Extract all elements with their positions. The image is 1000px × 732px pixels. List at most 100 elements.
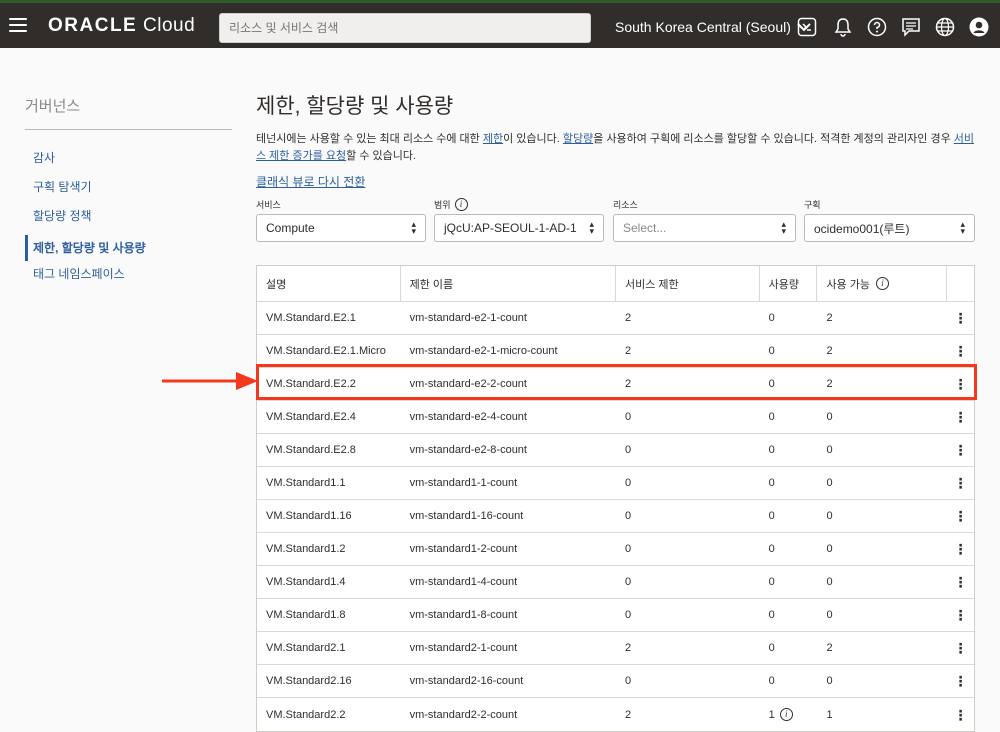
classic-view-link[interactable]: 클래식 뷰로 다시 전환 <box>256 173 365 190</box>
row-actions-menu[interactable]: ⋮ <box>947 533 974 565</box>
cell-description: VM.Standard1.16 <box>266 510 352 522</box>
cell-limit-name: vm-standard-e2-2-count <box>409 378 527 390</box>
row-actions-menu[interactable]: ⋮ <box>947 500 974 532</box>
cell-service-limit: 2 <box>624 345 632 357</box>
main-content: 제한, 할당량 및 사용량 테넌시에는 사용할 수 있는 최대 리소스 수에 대… <box>256 90 976 191</box>
cell-available: 2 <box>826 642 833 654</box>
top-navigation-bar: ORACLE Cloud South Korea Central (Seoul) <box>0 0 1000 48</box>
region-selector[interactable]: South Korea Central (Seoul) <box>615 19 811 35</box>
column-header-limit-name[interactable]: 제한 이름 <box>401 266 616 301</box>
table-row: VM.Standard1.8 vm-standard1-8-count 0 0 0 ⋮ <box>257 599 974 632</box>
row-actions-menu[interactable]: ⋮ <box>947 566 974 598</box>
updown-arrows-icon: ▴ ▾ <box>781 219 786 236</box>
cell-service-limit: 0 <box>624 411 632 423</box>
kebab-menu-icon: ⋮ <box>953 541 968 557</box>
cell-limit-name: vm-standard-e2-1-micro-count <box>409 345 558 357</box>
table-row: VM.Standard2.1 vm-standard2-1-count 2 0 2 ⋮ <box>257 632 974 665</box>
scope-select[interactable]: jQcU:AP-SEOUL-1-AD-1 ▴ ▾ <box>434 214 604 242</box>
quotas-link[interactable]: 할당량 <box>563 133 593 145</box>
service-filter-label: 서비스 <box>256 199 281 210</box>
search-input[interactable] <box>219 13 591 43</box>
cell-service-limit: 2 <box>624 708 632 721</box>
limits-link[interactable]: 제한 <box>483 133 503 145</box>
service-select[interactable]: Compute ▴ ▾ <box>256 214 426 242</box>
cell-usage: 0 <box>768 378 775 390</box>
bell-icon[interactable] <box>833 17 853 37</box>
row-actions-menu[interactable]: ⋮ <box>947 434 974 466</box>
column-header-usage[interactable]: 사용량 <box>760 266 818 301</box>
cell-limit-name: vm-standard2-16-count <box>409 675 524 687</box>
info-icon[interactable]: i <box>454 197 468 211</box>
sidebar-item-tag-namespaces[interactable]: 태그 네임스페이스 <box>25 264 232 293</box>
info-icon[interactable]: i <box>875 277 889 290</box>
cell-available: 0 <box>826 477 833 489</box>
sidebar-item-audit[interactable]: 감사 <box>25 148 232 177</box>
row-actions-menu[interactable]: ⋮ <box>947 632 974 664</box>
cell-usage: 0 <box>768 642 775 654</box>
oracle-cloud-logo[interactable]: ORACLE Cloud <box>48 15 195 37</box>
sidebar-item-quota-policies[interactable]: 할당량 정책 <box>25 206 232 235</box>
row-actions-menu[interactable]: ⋮ <box>947 665 974 697</box>
cell-service-limit: 0 <box>624 609 632 621</box>
cell-service-limit: 0 <box>624 510 632 522</box>
table-row: VM.Standard1.16 vm-standard1-16-count 0 0 0 ⋮ <box>257 500 974 533</box>
cell-limit-name: vm-standard2-2-count <box>409 708 518 721</box>
resource-filter: 리소스 Select... ▴ ▾ <box>613 195 796 242</box>
chat-icon[interactable] <box>901 17 921 37</box>
user-profile-icon[interactable] <box>969 17 989 37</box>
description-text: 할 수 있습니다. <box>346 150 417 162</box>
cell-available: 0 <box>826 543 833 555</box>
menu-icon[interactable] <box>9 18 27 32</box>
column-header-service-limit[interactable]: 서비스 제한 <box>616 266 760 301</box>
kebab-menu-icon: ⋮ <box>953 343 968 359</box>
kebab-menu-icon: ⋮ <box>953 574 968 590</box>
cell-limit-name: vm-standard1-2-count <box>409 543 518 555</box>
cell-limit-name: vm-standard2-1-count <box>409 642 518 654</box>
cell-usage: 0 <box>768 477 775 489</box>
cell-description: VM.Standard2.2 <box>266 708 346 721</box>
kebab-menu-icon: ⋮ <box>953 310 968 326</box>
cell-usage: 0 <box>768 345 775 357</box>
cell-usage: 0 <box>768 510 775 522</box>
description-text: 을 사용하여 구획에 리소스를 할당할 수 있습니다. 적격한 계정의 관리자인… <box>593 133 954 145</box>
cell-limit-name: vm-standard-e2-8-count <box>409 444 527 456</box>
info-icon[interactable]: i <box>779 708 793 721</box>
cloud-shell-icon[interactable] <box>797 17 817 37</box>
cell-description: VM.Standard.E2.2 <box>266 378 356 390</box>
sidebar-item-limits-quotas-usage[interactable]: 제한, 할당량 및 사용량 <box>25 235 232 261</box>
globe-icon[interactable] <box>935 17 955 37</box>
column-header-description[interactable]: 설명 <box>257 266 401 301</box>
row-actions-menu[interactable]: ⋮ <box>947 302 974 334</box>
scope-filter: 범위 i jQcU:AP-SEOUL-1-AD-1 ▴ ▾ <box>434 195 604 242</box>
cell-service-limit: 0 <box>624 576 632 588</box>
row-actions-menu[interactable]: ⋮ <box>947 467 974 499</box>
kebab-menu-icon: ⋮ <box>953 640 968 656</box>
cell-available: 0 <box>826 510 833 522</box>
help-icon[interactable] <box>867 17 887 37</box>
row-actions-menu[interactable]: ⋮ <box>947 335 974 367</box>
service-filter: 서비스 Compute ▴ ▾ <box>256 195 426 242</box>
compartment-select[interactable]: ocidemo001(루트) ▴ ▾ <box>804 214 975 242</box>
cell-service-limit: 2 <box>624 642 632 654</box>
table-row: VM.Standard.E2.1.Micro vm-standard-e2-1-m… <box>257 335 974 368</box>
row-actions-menu[interactable]: ⋮ <box>947 368 974 400</box>
sidebar-item-compartment-explorer[interactable]: 구획 탐색기 <box>25 177 232 206</box>
kebab-menu-icon: ⋮ <box>953 508 968 524</box>
cell-usage: 0 <box>768 444 775 456</box>
cell-description: VM.Standard.E2.1 <box>266 312 356 324</box>
filter-bar: 서비스 Compute ▴ ▾ 범위 i jQcU:AP-SEOUL-1-AD-1 ▴ ▾… <box>256 195 976 243</box>
updown-arrows-icon: ▴ ▾ <box>960 219 965 236</box>
table-row: VM.Standard.E2.4 vm-standard-e2-4-count 0 0… <box>257 401 974 434</box>
row-actions-menu[interactable]: ⋮ <box>947 599 974 631</box>
column-header-available[interactable]: 사용 가능 i <box>817 266 948 301</box>
resource-select[interactable]: Select... ▴ ▾ <box>613 214 796 242</box>
cell-description: VM.Standard1.8 <box>266 609 346 621</box>
table-row: VM.Standard1.1 vm-standard1-1-count 0 0 0 ⋮ <box>257 467 974 500</box>
resource-filter-label: 리소스 <box>613 199 638 210</box>
cell-service-limit: 0 <box>624 477 632 489</box>
row-actions-menu[interactable]: ⋮ <box>947 698 974 731</box>
arrow-annotation-icon <box>162 372 258 390</box>
limits-table: 설명 제한 이름 서비스 제한 사용량 사용 가능 i VM.Standard.E… <box>256 265 975 732</box>
row-actions-menu[interactable]: ⋮ <box>947 401 974 433</box>
cell-available: 1 <box>826 708 833 721</box>
